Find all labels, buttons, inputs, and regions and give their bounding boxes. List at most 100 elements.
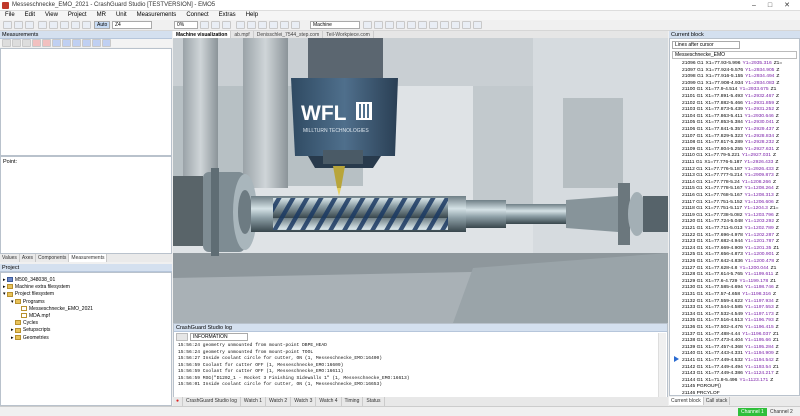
grid-icon[interactable] (418, 21, 427, 29)
channel-1-badge[interactable]: Channel 1 (738, 408, 767, 416)
menu-measurements[interactable]: Measurements (132, 11, 182, 20)
menu-connect[interactable]: Connect (181, 11, 213, 20)
tab-watch-4[interactable]: Watch 4 (316, 397, 342, 406)
maximize-icon[interactable]: □ (764, 1, 776, 10)
copy-icon[interactable] (12, 39, 21, 47)
machine-visualization-viewport[interactable]: WFL MILLTURN TECHNOLOGIES (173, 38, 668, 323)
menu-extras[interactable]: Extras (214, 11, 241, 20)
menu-unit[interactable]: Unit (111, 11, 132, 20)
tab-status[interactable]: Status (363, 397, 385, 406)
angle-icon[interactable] (102, 39, 111, 47)
tab-watch-3[interactable]: Watch 3 (291, 397, 317, 406)
open-icon[interactable] (14, 21, 23, 29)
nc-field: X1=77.682-4.944 (705, 239, 743, 245)
tool-path-icon[interactable] (429, 21, 438, 29)
delete-icon[interactable] (32, 39, 41, 47)
nc-field: Z (776, 74, 780, 80)
view-iso-icon[interactable] (236, 21, 245, 29)
visibility-icon[interactable] (363, 21, 372, 29)
tab-values[interactable]: Values (0, 254, 20, 262)
filter-select[interactable]: Lines after cursor (672, 41, 740, 49)
lights-icon[interactable] (451, 21, 460, 29)
axis-select[interactable]: Z4 (112, 21, 152, 29)
nc-field: Z (776, 127, 780, 132)
nc-field: X1=77.776-5.187 (704, 166, 743, 172)
circle-icon[interactable] (82, 39, 91, 47)
camera-icon[interactable] (462, 21, 471, 29)
nc-field: Z (775, 325, 779, 330)
nc-line[interactable]: 21146 PRCYLOF (682, 391, 728, 395)
tree-item-programs[interactable]: ▾ Programs (3, 299, 93, 306)
measurements-list[interactable] (0, 48, 172, 156)
log-scrollbar[interactable] (658, 333, 666, 397)
material-icon[interactable] (385, 21, 394, 29)
menu-view[interactable]: View (40, 11, 63, 20)
nc-field: Z1 (773, 245, 780, 251)
view-front-icon[interactable] (200, 21, 209, 29)
tab-components[interactable]: Components (36, 254, 70, 262)
tab-current-block[interactable]: Current block (669, 397, 704, 405)
channel-2-badge[interactable]: Channel 2 (767, 408, 796, 416)
point-icon[interactable] (52, 39, 61, 47)
log-level-select[interactable]: INFORMATION (190, 333, 248, 341)
tree-item-machine[interactable]: ▸ M500_348038_01 (3, 277, 93, 284)
distance-icon[interactable] (92, 39, 101, 47)
tree-item-program-emo[interactable]: Messeschnecke_EMO_2021 (3, 306, 93, 313)
add-icon[interactable] (2, 39, 11, 47)
play-icon[interactable] (38, 21, 47, 29)
file-field[interactable]: Messeschnecke_EMO (672, 51, 797, 59)
screenshot-icon[interactable] (473, 21, 482, 29)
step-icon[interactable] (60, 21, 69, 29)
tree-item-mda[interactable]: MDA.mpf (3, 313, 93, 320)
tree-item-geometries[interactable]: ▸ Geometries (3, 335, 93, 342)
nc-field: Y1=1123.171 (739, 377, 769, 383)
tree-item-cycles[interactable]: Cycles (3, 320, 93, 327)
tab-axes[interactable]: Axes (20, 254, 37, 262)
zoom-in-icon[interactable] (258, 21, 267, 29)
menu-project[interactable]: Project (63, 11, 92, 20)
machine-select[interactable]: Machine (310, 21, 360, 29)
zoom-out-icon[interactable] (269, 21, 278, 29)
menu-mr[interactable]: MR (92, 11, 111, 20)
stop-icon[interactable] (49, 21, 58, 29)
minimize-icon[interactable]: – (748, 1, 760, 10)
mode-select[interactable]: Auto (94, 21, 110, 29)
tab-measurements[interactable]: Measurements (69, 254, 108, 262)
single-block-icon[interactable] (82, 21, 91, 29)
menu-file[interactable]: File (0, 11, 20, 20)
paste-icon[interactable] (22, 39, 31, 47)
axes-icon[interactable] (440, 21, 449, 29)
view-fit-icon[interactable] (247, 21, 256, 29)
save-icon[interactable] (25, 21, 34, 29)
tab-crashguard-log[interactable]: CrashGuard Studio log (183, 397, 241, 406)
nc-field: 21101 G1 (682, 94, 704, 99)
measure-icon[interactable] (407, 21, 416, 29)
plane-icon[interactable] (72, 39, 81, 47)
nc-field: Y1=2931.252 (744, 107, 775, 113)
new-icon[interactable] (3, 21, 12, 29)
reset-icon[interactable] (71, 21, 80, 29)
menu-edit[interactable]: Edit (20, 11, 40, 20)
tab-watch-2[interactable]: Watch 2 (266, 397, 292, 406)
menu-help[interactable]: Help (241, 11, 263, 20)
close-icon[interactable]: ✕ (781, 1, 793, 10)
rotate-icon[interactable] (291, 21, 300, 29)
tree-item-machine-fs[interactable]: ▸ Machine extra filesystem (3, 284, 93, 291)
view-side-icon[interactable] (222, 21, 231, 29)
collision-icon[interactable] (374, 21, 383, 29)
nc-field: 21124 G1 (682, 245, 704, 251)
view-top-icon[interactable] (211, 21, 220, 29)
section-icon[interactable] (396, 21, 405, 29)
zoom-select[interactable]: 0% (174, 21, 198, 29)
tab-timing[interactable]: Timing (342, 397, 364, 406)
nc-field: X1=77.891-5.493 (705, 94, 743, 99)
tree-item-setupscripts[interactable]: ▸ Setupscripts (3, 327, 93, 334)
clear-icon[interactable] (42, 39, 51, 47)
nc-field: Y1=2935.316 (742, 61, 772, 66)
nc-field: X1=77.614-5.765 (705, 272, 743, 278)
tree-item-project-fs[interactable]: ▾ Project filesystem (3, 291, 93, 298)
pan-icon[interactable] (280, 21, 289, 29)
tab-call-stack[interactable]: Call stack (704, 397, 731, 405)
line-icon[interactable] (62, 39, 71, 47)
tab-watch-1[interactable]: Watch 1 (241, 397, 267, 406)
